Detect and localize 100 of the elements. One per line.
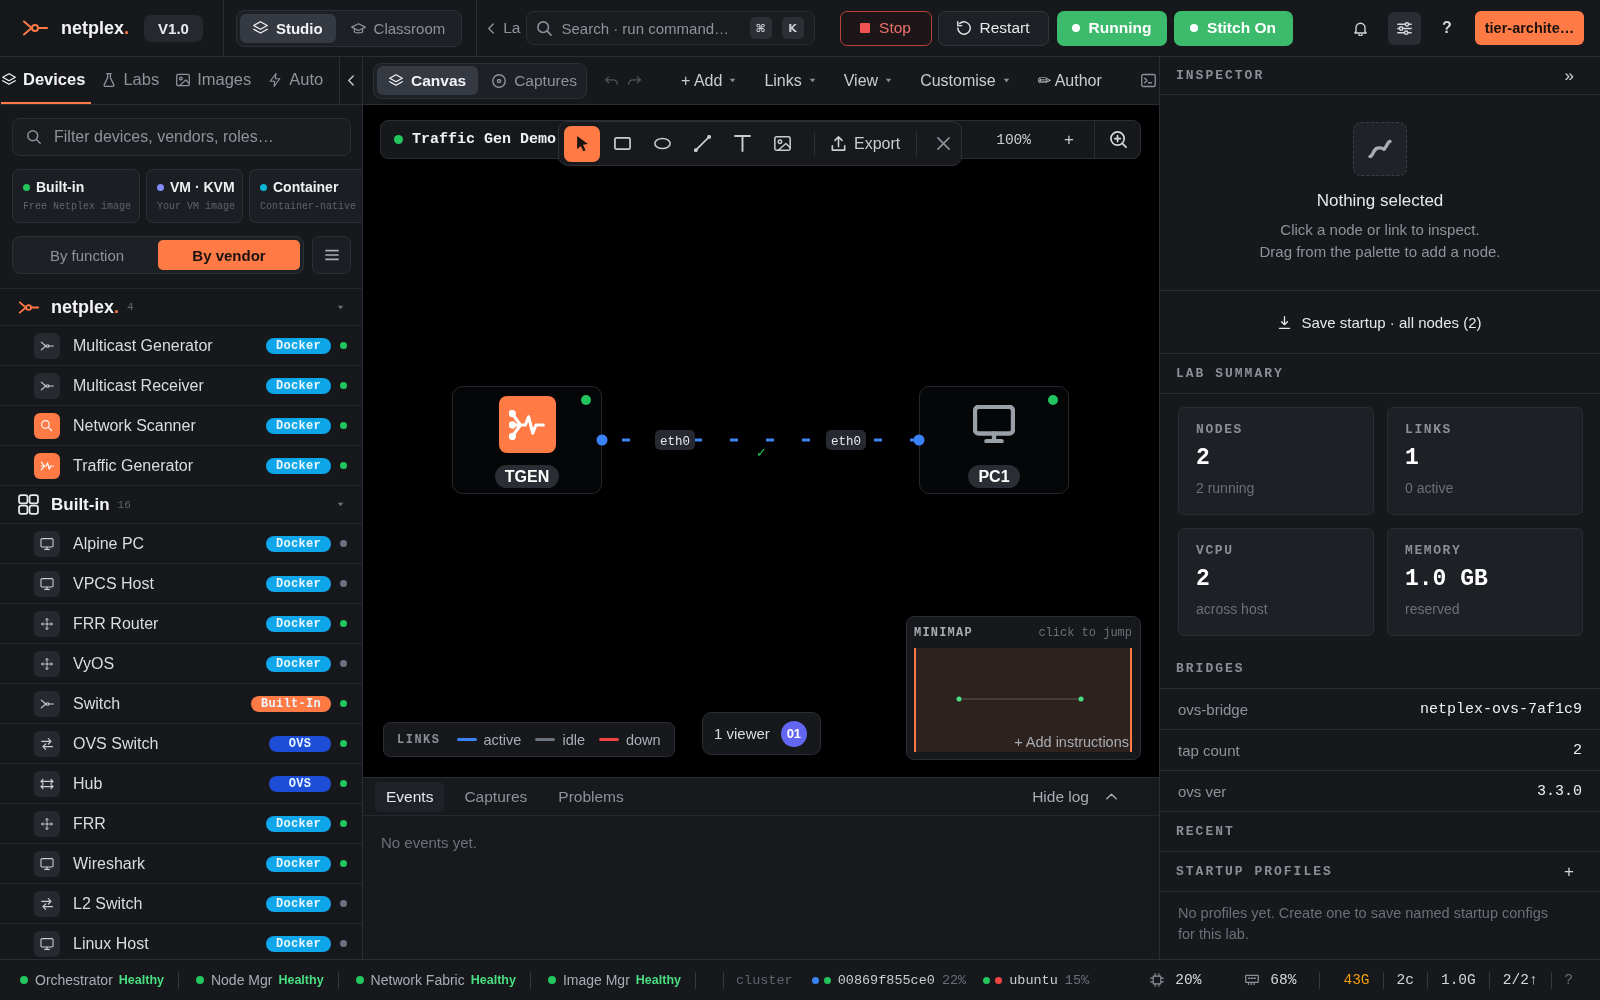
zoom-in-button[interactable]: + xyxy=(1061,129,1077,150)
zoom-icon[interactable] xyxy=(1110,131,1127,148)
view-tab[interactable]: Captures xyxy=(480,66,590,95)
property-name: ovs ver xyxy=(1178,782,1227,800)
host-name: 00869f855ce0 xyxy=(837,972,935,988)
terminal-icon[interactable] xyxy=(1141,73,1156,88)
source-title: VM · KVM xyxy=(170,179,235,195)
device-name[interactable]: FRR xyxy=(73,814,106,833)
device-node[interactable]: PC1 xyxy=(919,386,1069,494)
search-field[interactable]: Search · run command… ⌘ K xyxy=(525,11,815,45)
filter-field[interactable]: Filter devices, vendors, roles… xyxy=(12,118,351,156)
view-tab[interactable]: Canvas xyxy=(377,66,479,95)
log-tab[interactable]: Problems xyxy=(547,781,635,812)
toolbar-menu[interactable]: ✏ Author xyxy=(1037,71,1102,90)
toolbar-menu[interactable]: View xyxy=(843,71,893,90)
service-status: Healthy xyxy=(635,973,681,987)
mode-tab[interactable]: Classroom xyxy=(337,13,459,43)
empty-state-hint: Click a node or link to inspect. xyxy=(1280,220,1480,240)
grouping-tab[interactable]: By vendor xyxy=(158,240,300,270)
device-name[interactable]: Linux Host xyxy=(73,934,149,953)
stat-note: reserved xyxy=(1405,601,1461,617)
sidebar-tab[interactable]: Images xyxy=(175,57,258,104)
zoom-level: 100% xyxy=(996,131,1031,148)
chevron-left-icon xyxy=(348,75,355,86)
list-view-button[interactable] xyxy=(312,236,351,274)
restart-icon xyxy=(956,21,971,35)
search-input[interactable]: Search · run command… xyxy=(561,19,740,37)
device-name[interactable]: Multicast Receiver xyxy=(73,376,204,395)
viewer-avatar[interactable]: 01 xyxy=(780,720,807,747)
hide-log-button[interactable]: Hide log xyxy=(1032,787,1117,806)
device-name[interactable]: L2 Switch xyxy=(73,894,143,913)
log-tab[interactable]: Events xyxy=(375,781,445,812)
collapse-panel-button[interactable]: » xyxy=(1564,65,1574,86)
empty-log-text: No events yet. xyxy=(381,834,478,851)
log-tab[interactable]: Captures xyxy=(453,781,539,812)
select-tool[interactable] xyxy=(564,125,600,162)
sidebar-tab[interactable]: Labs xyxy=(101,57,166,104)
device-name[interactable]: VyOS xyxy=(73,654,115,673)
double-arrows-icon xyxy=(34,770,60,797)
sliders-button[interactable] xyxy=(1388,11,1421,45)
source-card[interactable]: VM · KVM Your VM image xyxy=(146,169,243,223)
caret-icon[interactable] xyxy=(337,304,344,310)
grid-icon xyxy=(18,494,39,515)
back-link[interactable]: La xyxy=(488,13,521,43)
sidebar-tab[interactable]: Devices xyxy=(1,57,92,104)
user-menu-button[interactable]: tier-archite… xyxy=(1475,11,1584,45)
device-name[interactable]: VPCS Host xyxy=(73,574,154,593)
device-name[interactable]: Multicast Generator xyxy=(73,336,213,355)
monitor-icon xyxy=(34,530,60,557)
node-label: TGEN xyxy=(494,465,560,488)
layers-icon xyxy=(2,72,16,87)
mode-tab[interactable]: Studio xyxy=(239,13,336,43)
device-name[interactable]: Hub xyxy=(73,774,103,793)
close-icon[interactable] xyxy=(937,137,951,150)
stop-button[interactable]: Stop xyxy=(839,10,932,46)
runtime-badge: Docker xyxy=(266,815,331,832)
restart-button[interactable]: Restart xyxy=(937,10,1049,46)
four-arrows-icon xyxy=(34,650,60,677)
monitor-icon xyxy=(34,850,60,877)
export-button[interactable]: Export xyxy=(829,134,903,153)
lightning-icon xyxy=(268,72,283,87)
property-value: 2 xyxy=(1573,741,1582,759)
empty-state-hint: Drag from the palette to add a node. xyxy=(1259,242,1501,262)
keyboard-key: K xyxy=(781,17,804,39)
device-name[interactable]: Alpine PC xyxy=(73,534,145,553)
device-name[interactable]: Wireshark xyxy=(73,854,145,873)
sidebar-tab[interactable]: Auto xyxy=(267,57,330,104)
stat-value: 2 xyxy=(1196,566,1211,592)
help-button[interactable]: ? xyxy=(1441,19,1453,37)
toolbar-menu[interactable]: Links xyxy=(764,71,816,90)
filter-input[interactable]: Filter devices, vendors, roles… xyxy=(54,128,336,146)
service-name: Network Fabric xyxy=(370,972,465,988)
toolbar-menu[interactable]: + Add xyxy=(681,71,737,90)
device-node[interactable]: TGEN xyxy=(452,386,602,494)
device-name[interactable]: OVS Switch xyxy=(73,734,159,753)
runtime-badge: Docker xyxy=(266,337,331,354)
grouping-tab[interactable]: By function xyxy=(16,240,158,270)
stat-value: 2 xyxy=(1196,445,1211,471)
source-card[interactable]: Container Container-native xyxy=(249,169,362,223)
upload-icon xyxy=(831,136,846,151)
runtime-badge: Docker xyxy=(266,535,331,552)
logo-icon xyxy=(23,20,48,36)
source-card[interactable]: Built-in Free Netplex image xyxy=(12,169,140,223)
device-name[interactable]: FRR Router xyxy=(73,614,159,633)
stat-value: 1 xyxy=(1405,445,1420,471)
service-name: Orchestrator xyxy=(35,972,113,988)
add-profile-button[interactable]: + xyxy=(1564,861,1574,882)
minimap-view[interactable]: + Add instructions xyxy=(914,648,1132,752)
metric-value: 20% xyxy=(1175,972,1202,988)
caret-icon[interactable] xyxy=(337,502,344,507)
save-startup-button[interactable]: Save startup · all nodes (2) xyxy=(1278,313,1482,331)
toolbar-menu[interactable]: Customise xyxy=(920,71,1010,90)
help-button[interactable]: ? xyxy=(1564,972,1573,988)
device-name[interactable]: Switch xyxy=(73,694,121,713)
runtime-badge: Docker xyxy=(266,377,331,394)
add-instructions-link[interactable]: + Add instructions xyxy=(1014,734,1129,750)
chip-icon xyxy=(1150,973,1165,987)
device-name[interactable]: Network Scanner xyxy=(73,416,196,435)
device-name[interactable]: Traffic Generator xyxy=(73,456,194,475)
bell-icon[interactable] xyxy=(1353,20,1368,36)
